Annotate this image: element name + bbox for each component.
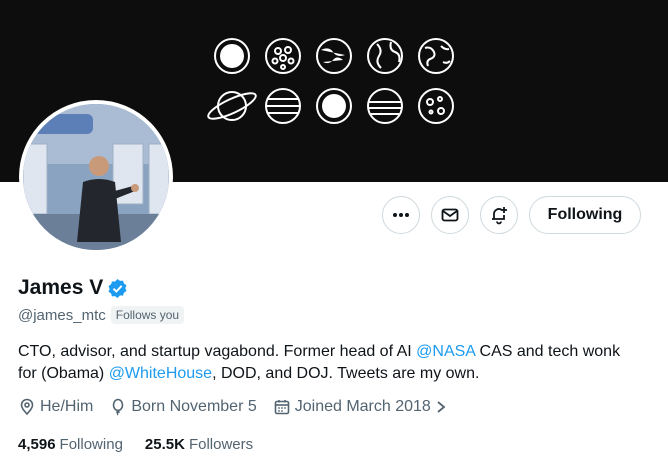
following-count-link[interactable]: 4,596 Following <box>18 436 123 453</box>
notifications-button[interactable] <box>480 196 518 234</box>
followers-count-link[interactable]: 25.5K Followers <box>145 436 253 453</box>
chevron-right-icon <box>437 401 446 413</box>
avatar-photo <box>23 104 169 250</box>
following-label: Following <box>59 436 123 453</box>
follows-you-badge: Follows you <box>110 306 185 324</box>
joined-item[interactable]: Joined March 2018 <box>273 398 451 416</box>
birthday-item: Born November 5 <box>109 398 257 416</box>
more-horizontal-icon <box>393 213 409 217</box>
planets-banner-art <box>207 38 454 124</box>
bio: CTO, advisor, and startup vagabond. Form… <box>18 341 638 385</box>
verified-badge-icon[interactable] <box>107 278 128 299</box>
message-button[interactable] <box>431 196 469 234</box>
balloon-icon <box>113 398 124 416</box>
avatar[interactable] <box>19 100 173 254</box>
display-name: James V <box>18 276 104 299</box>
pronouns-item: He/Him <box>18 398 93 416</box>
birthday-text: Born November 5 <box>131 398 257 415</box>
profile-meta: He/Him Born November 5 Joined March 2018 <box>18 398 451 416</box>
bio-text-3: , DOD, and DOJ. Tweets are my own. <box>212 365 480 382</box>
follow-stats: 4,596 Following 25.5K Followers <box>18 436 275 453</box>
following-button[interactable]: Following <box>529 196 641 234</box>
name-row: James V <box>18 276 128 300</box>
pronouns-text: He/Him <box>40 398 94 415</box>
handle-row: @james_mtc Follows you <box>18 306 185 324</box>
followers-count: 25.5K <box>144 436 185 453</box>
bio-text-1: CTO, advisor, and startup vagabond. Form… <box>18 343 417 360</box>
followers-label: Followers <box>188 436 254 453</box>
bell-plus-icon <box>492 207 507 225</box>
mention-whitehouse-link[interactable]: @WhiteHouse <box>109 365 212 382</box>
joined-text: Joined March 2018 <box>294 398 431 415</box>
following-count: 4,596 <box>18 436 56 453</box>
mention-nasa-link[interactable]: @NASA <box>416 343 475 360</box>
more-options-button[interactable] <box>382 196 420 234</box>
envelope-icon <box>441 208 459 222</box>
calendar-icon <box>274 400 290 415</box>
location-pin-icon <box>20 398 34 416</box>
handle: @james_mtc <box>18 306 106 324</box>
